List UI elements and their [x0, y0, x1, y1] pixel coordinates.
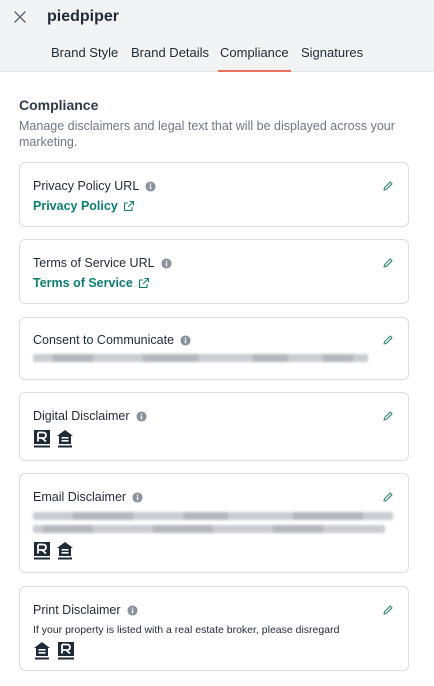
- terms-of-service-card: Terms of Service URL Terms of Service: [19, 239, 409, 304]
- redacted-email-text-line-2: [33, 525, 385, 533]
- realtor-logo-icon: [58, 642, 74, 660]
- info-icon[interactable]: [126, 605, 138, 616]
- digital-disclaimer-card: Digital Disclaimer: [19, 392, 409, 461]
- print-disclaimer-card: Print Disclaimer If your property is lis…: [19, 586, 409, 671]
- digital-disclaimer-card-title: Digital Disclaimer: [33, 409, 147, 423]
- email-disclaimer-card: Email Disclaimer: [19, 473, 409, 573]
- privacy-policy-card-title: Privacy Policy URL: [33, 179, 156, 193]
- realtor-logo-icon: [34, 542, 50, 560]
- edit-pencil-icon[interactable]: [382, 491, 394, 503]
- info-icon[interactable]: [180, 335, 191, 346]
- tab-signatures[interactable]: Signatures: [301, 45, 363, 71]
- print-disclaimer-card-title: Print Disclaimer: [33, 603, 138, 617]
- email-disclaimer-label: Email Disclaimer: [33, 490, 127, 504]
- terms-label: Terms of Service URL: [33, 256, 155, 270]
- edit-pencil-icon[interactable]: [382, 180, 394, 192]
- privacy-policy-link[interactable]: Privacy Policy: [33, 199, 135, 213]
- terms-of-service-link[interactable]: Terms of Service: [33, 276, 150, 290]
- section-title: Compliance: [19, 97, 99, 113]
- edit-pencil-icon[interactable]: [382, 257, 394, 269]
- print-disclaimer-label: Print Disclaimer: [33, 603, 121, 617]
- tab-bar: Brand Style Brand Details Compliance Sig…: [0, 45, 434, 72]
- equal-housing-icon: [57, 430, 73, 448]
- privacy-policy-label: Privacy Policy URL: [33, 179, 140, 193]
- edit-pencil-icon[interactable]: [382, 410, 394, 422]
- tab-compliance[interactable]: Compliance: [218, 45, 291, 72]
- equal-housing-icon: [57, 542, 73, 560]
- edit-pencil-icon[interactable]: [382, 334, 394, 346]
- brand-name: piedpiper: [47, 8, 120, 25]
- terms-link-text: Terms of Service: [33, 276, 133, 290]
- close-icon[interactable]: [11, 8, 29, 26]
- tab-brand-details[interactable]: Brand Details: [131, 45, 209, 71]
- app-header: piedpiper Brand Style Brand Details Comp…: [0, 0, 434, 72]
- digital-disclaimer-label: Digital Disclaimer: [33, 409, 130, 423]
- privacy-policy-card: Privacy Policy URL Privacy Policy: [19, 162, 409, 227]
- consent-label: Consent to Communicate: [33, 333, 175, 347]
- section-description: Manage disclaimers and legal text that w…: [19, 119, 395, 149]
- consent-card-title: Consent to Communicate: [33, 333, 191, 347]
- info-icon[interactable]: [161, 258, 172, 269]
- email-disclaimer-card-title: Email Disclaimer: [33, 490, 143, 504]
- edit-pencil-icon[interactable]: [382, 604, 394, 616]
- info-icon[interactable]: [136, 411, 147, 422]
- print-disclaimer-text: If your property is listed with a real e…: [33, 624, 340, 636]
- info-icon[interactable]: [145, 181, 156, 192]
- info-icon[interactable]: [132, 492, 143, 503]
- external-link-icon: [138, 277, 149, 289]
- redacted-email-text-line-1: [33, 512, 393, 520]
- consent-card: Consent to Communicate: [19, 317, 409, 380]
- external-link-icon: [123, 200, 134, 212]
- realtor-logo-icon: [34, 430, 50, 448]
- terms-card-title: Terms of Service URL: [33, 256, 172, 270]
- tab-brand-style[interactable]: Brand Style: [51, 45, 118, 71]
- equal-housing-icon: [34, 642, 50, 660]
- privacy-policy-link-text: Privacy Policy: [33, 199, 118, 213]
- redacted-consent-text: [33, 354, 368, 362]
